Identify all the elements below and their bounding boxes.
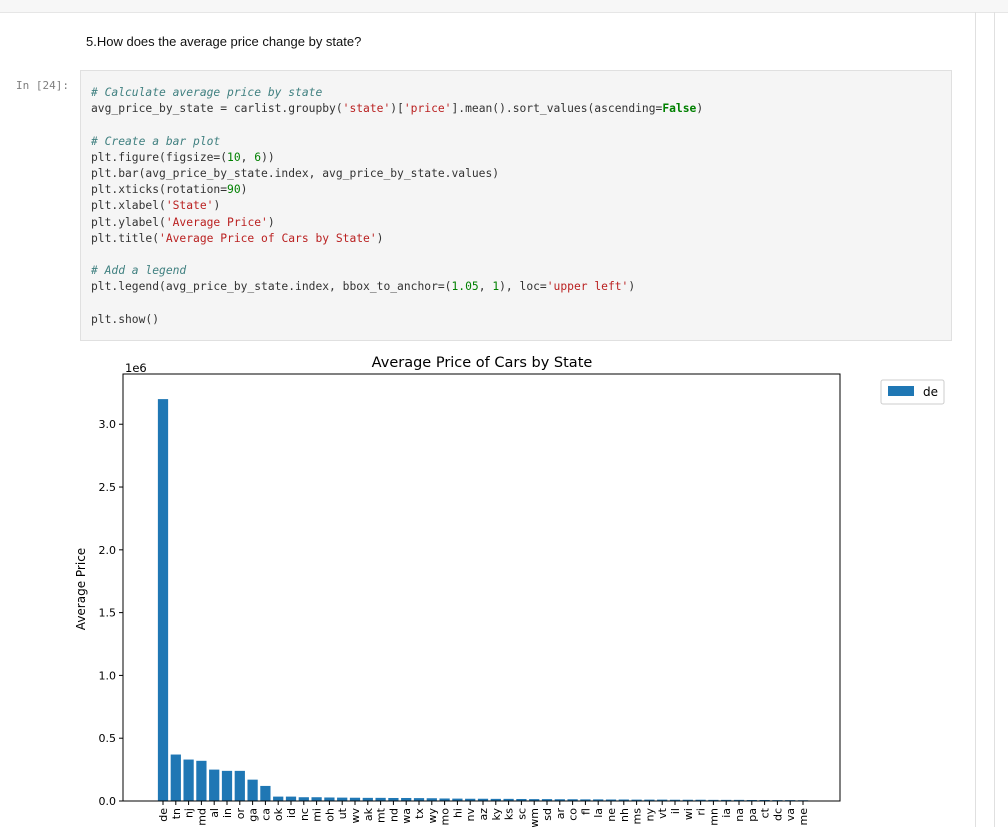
y-tick-label: 1.5	[99, 607, 117, 620]
x-tick-label: tx	[413, 808, 426, 819]
y-offset-label: 1e6	[125, 361, 147, 375]
y-tick-label: 0.5	[99, 732, 117, 745]
x-tick-label: nc	[298, 808, 311, 821]
x-tick-label: wm	[528, 808, 541, 827]
x-tick-label: ia	[720, 808, 733, 818]
y-tick-label: 1.0	[99, 669, 117, 682]
x-tick-label: mi	[311, 808, 324, 822]
x-tick-label: wv	[349, 808, 362, 824]
x-tick-label: mn	[707, 808, 720, 826]
x-tick-label: ne	[605, 808, 618, 822]
bar-or	[234, 770, 245, 801]
x-tick-label: tn	[170, 808, 183, 819]
legend-label: de	[923, 385, 938, 399]
x-tick-label: md	[195, 808, 208, 826]
bar-in	[221, 770, 233, 801]
bar-tn	[170, 754, 181, 801]
x-tick-label: sc	[515, 808, 528, 820]
x-tick-label: na	[733, 808, 746, 822]
x-tick-label: in	[221, 808, 234, 818]
bar-ca	[260, 785, 271, 801]
bar-chart-figure: Average Price of Cars by State 1e6 Avera…	[74, 355, 945, 827]
bar-al	[209, 769, 220, 801]
x-tick-label: oh	[323, 808, 336, 822]
x-tick-label: nv	[464, 808, 477, 822]
y-tick-label: 3.0	[99, 418, 117, 431]
x-tick-label: ct	[759, 807, 772, 818]
x-tick-label: ms	[631, 808, 644, 825]
x-tick-label: or	[234, 808, 247, 820]
x-tick-label: me	[797, 808, 810, 826]
x-tick-label: sd	[541, 808, 554, 821]
x-tick-label: ky	[490, 808, 503, 821]
y-tick-label: 2.5	[99, 481, 117, 494]
plot-area-frame	[122, 373, 841, 802]
x-tick-label: ks	[503, 808, 516, 820]
x-tick-label: ri	[695, 808, 708, 816]
x-tick-label: al	[208, 808, 221, 818]
bar-md	[196, 760, 207, 801]
x-tick-label: wy	[426, 808, 439, 824]
x-tick-label: il	[669, 808, 682, 814]
x-tick-label: mo	[439, 808, 452, 826]
x-tick-label: dc	[771, 808, 784, 821]
x-tick-label: nd	[387, 808, 400, 822]
x-tick-label: wa	[400, 808, 413, 824]
x-tick-label: nh	[618, 808, 631, 822]
bar-nc	[298, 797, 309, 801]
x-tick-label: ga	[247, 808, 260, 822]
x-tick-label: wi	[682, 808, 695, 820]
x-tick-label: la	[592, 808, 605, 818]
bar-ut	[337, 797, 348, 801]
x-tick-label: mt	[375, 807, 388, 823]
y-ticks: 0.0 0.5 1.0 1.5 2.0 2.5 3.0	[99, 418, 123, 808]
legend: de	[880, 379, 945, 405]
y-tick-label: 0.0	[99, 795, 117, 808]
chart-title: Average Price of Cars by State	[372, 355, 593, 371]
y-tick-label: 2.0	[99, 544, 117, 557]
x-tick-label: hi	[451, 808, 464, 818]
x-tick-label: ar	[554, 808, 567, 820]
x-tick-label: pa	[746, 808, 759, 822]
x-ticks: de tn nj md al in or ga ca ok id nc mi oh ut wv ak mt nd wa…	[157, 801, 810, 827]
bar-oh	[324, 797, 335, 801]
x-tick-label: co	[567, 808, 580, 821]
x-tick-label: id	[285, 808, 298, 818]
x-tick-label: ny	[643, 808, 656, 822]
y-axis-label: Average Price	[74, 548, 88, 630]
bars	[157, 399, 809, 802]
x-tick-label: ut	[336, 807, 349, 819]
x-tick-label: az	[477, 808, 490, 821]
x-tick-label: vt	[656, 807, 669, 819]
x-tick-label: ok	[272, 807, 285, 821]
x-tick-label: va	[784, 808, 797, 821]
bar-id	[285, 796, 297, 801]
x-tick-label: ak	[362, 807, 375, 821]
bar-de	[157, 399, 169, 801]
bar-nj	[183, 759, 194, 801]
bar-ga	[247, 779, 258, 801]
x-tick-label: ca	[259, 808, 272, 821]
x-tick-label: fl	[579, 808, 592, 815]
bar-ok	[273, 796, 284, 801]
x-tick-label: de	[157, 808, 170, 822]
bar-mi	[311, 797, 322, 801]
legend-swatch	[888, 386, 914, 396]
x-tick-label: nj	[183, 808, 196, 818]
